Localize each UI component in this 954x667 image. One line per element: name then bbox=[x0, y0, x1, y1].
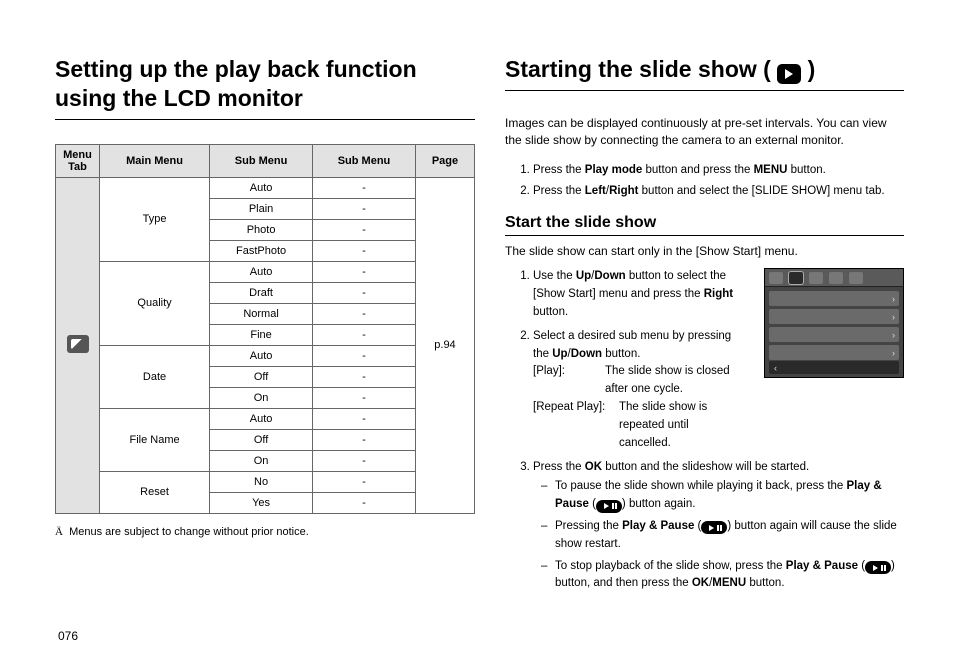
cell: Fine bbox=[210, 324, 313, 345]
sub-intro: The slide show can start only in the [Sh… bbox=[505, 244, 904, 258]
cell: - bbox=[313, 471, 416, 492]
th-page: Page bbox=[415, 144, 474, 177]
right-heading: Starting the slide show ( ) bbox=[505, 55, 904, 91]
right-heading-a: Starting the slide show ( bbox=[505, 56, 771, 82]
main-quality: Quality bbox=[100, 261, 210, 345]
cell: - bbox=[313, 240, 416, 261]
cell: - bbox=[313, 366, 416, 387]
footnote-text: Menus are subject to change without prio… bbox=[69, 526, 309, 538]
lcd-row bbox=[769, 327, 899, 342]
pre-step-1: Press the Play mode button and press the… bbox=[533, 162, 904, 180]
cell: Off bbox=[210, 429, 313, 450]
sub-heading: Start the slide show bbox=[505, 214, 904, 236]
dash-3: To stop playback of the slide show, pres… bbox=[541, 558, 904, 594]
menutab-icon-cell bbox=[56, 177, 100, 513]
cell: - bbox=[313, 261, 416, 282]
lcd-bottom-bar bbox=[769, 361, 899, 374]
definitions: [Play]:The slide show is closed after on… bbox=[533, 363, 743, 452]
cell: FastPhoto bbox=[210, 240, 313, 261]
play-pause-icon bbox=[865, 561, 891, 574]
lcd-tab-icon bbox=[769, 272, 783, 284]
pre-steps: Press the Play mode button and press the… bbox=[505, 162, 904, 201]
cell: - bbox=[313, 303, 416, 324]
page-ref: p.94 bbox=[415, 177, 474, 513]
th-mainmenu: Main Menu bbox=[100, 144, 210, 177]
lcd-tab-icon bbox=[829, 272, 843, 284]
cell: On bbox=[210, 450, 313, 471]
play-icon bbox=[777, 64, 801, 84]
cell: Auto bbox=[210, 345, 313, 366]
cell: On bbox=[210, 387, 313, 408]
pictbridge-icon bbox=[67, 335, 89, 353]
cell: - bbox=[313, 198, 416, 219]
main-filename: File Name bbox=[100, 408, 210, 471]
lcd-row bbox=[769, 345, 899, 360]
cell: - bbox=[313, 177, 416, 198]
dash-list: To pause the slide shown while playing i… bbox=[533, 478, 904, 593]
menu-table: Menu Tab Main Menu Sub Menu Sub Menu Pag… bbox=[55, 144, 475, 514]
dash-2: Pressing the Play & Pause () button agai… bbox=[541, 518, 904, 554]
cell: Yes bbox=[210, 492, 313, 513]
cell: - bbox=[313, 387, 416, 408]
footnote-mark: Ä bbox=[55, 526, 63, 538]
lcd-tab-icon bbox=[809, 272, 823, 284]
step2-3: Press the OK button and the slideshow wi… bbox=[533, 459, 904, 594]
th-submenu1: Sub Menu bbox=[210, 144, 313, 177]
cell: Draft bbox=[210, 282, 313, 303]
cell: Plain bbox=[210, 198, 313, 219]
cell: - bbox=[313, 219, 416, 240]
main-type: Type bbox=[100, 177, 210, 261]
cell: - bbox=[313, 324, 416, 345]
cell: - bbox=[313, 492, 416, 513]
footnote: Ä Menus are subject to change without pr… bbox=[55, 526, 475, 538]
cell: - bbox=[313, 345, 416, 366]
page-number: 076 bbox=[58, 629, 78, 643]
cell: - bbox=[313, 282, 416, 303]
th-menutab: Menu Tab bbox=[56, 144, 100, 177]
play-pause-icon bbox=[596, 500, 622, 513]
cell: Photo bbox=[210, 219, 313, 240]
pre-step-2: Press the Left/Right button and select t… bbox=[533, 183, 904, 201]
cell: - bbox=[313, 408, 416, 429]
dash-1: To pause the slide shown while playing i… bbox=[541, 478, 904, 514]
th-submenu2: Sub Menu bbox=[313, 144, 416, 177]
lcd-tab-icon bbox=[789, 272, 803, 284]
right-heading-b: ) bbox=[808, 56, 816, 82]
play-pause-icon bbox=[701, 521, 727, 534]
cell: Normal bbox=[210, 303, 313, 324]
lcd-preview bbox=[764, 268, 904, 378]
left-heading: Setting up the play back function using … bbox=[55, 55, 475, 120]
lcd-tab-icon bbox=[849, 272, 863, 284]
cell: No bbox=[210, 471, 313, 492]
cell: Auto bbox=[210, 177, 313, 198]
main-reset: Reset bbox=[100, 471, 210, 513]
cell: Auto bbox=[210, 261, 313, 282]
cell: - bbox=[313, 429, 416, 450]
lcd-row bbox=[769, 309, 899, 324]
cell: - bbox=[313, 450, 416, 471]
cell: Auto bbox=[210, 408, 313, 429]
lcd-row bbox=[769, 291, 899, 306]
intro-text: Images can be displayed continuously at … bbox=[505, 115, 904, 150]
main-date: Date bbox=[100, 345, 210, 408]
cell: Off bbox=[210, 366, 313, 387]
